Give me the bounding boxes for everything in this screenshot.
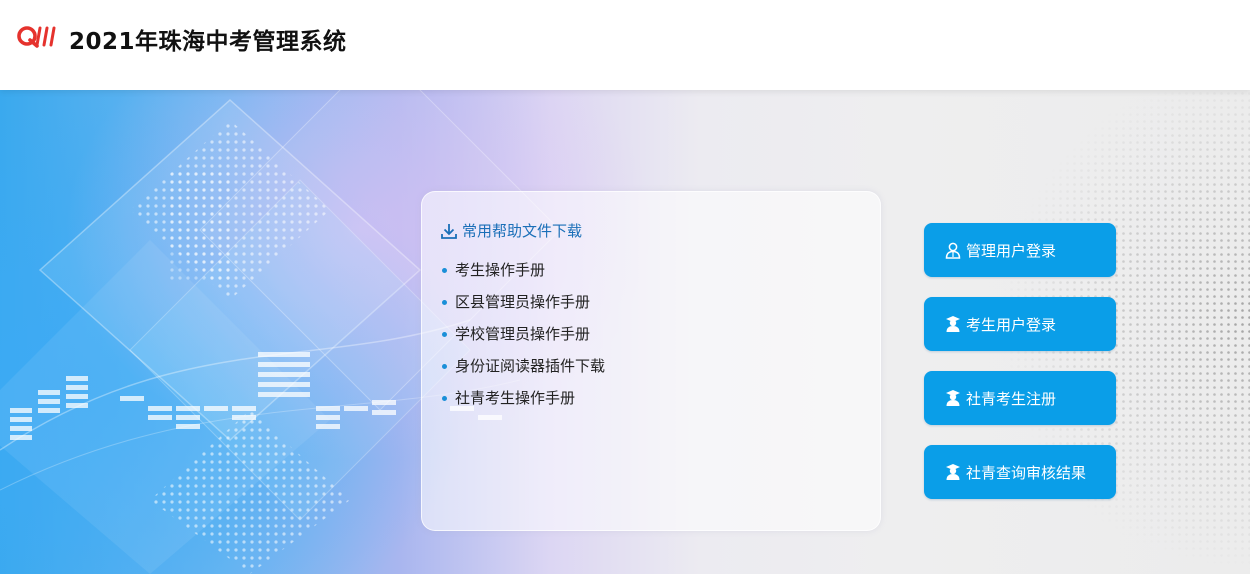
document-label[interactable]: 身份证阅读器插件下载 <box>455 354 605 378</box>
admin-user-icon <box>945 242 961 259</box>
button-label: 社青查询审核结果 <box>966 463 1087 482</box>
top-header: 2021年珠海中考管理系统 <box>0 0 1250 90</box>
student-user-icon <box>946 390 960 406</box>
document-link-district-admin-manual[interactable]: 区县管理员操作手册 <box>442 286 605 318</box>
bullet-dot <box>442 331 447 337</box>
document-label[interactable]: 社青考生操作手册 <box>455 386 575 410</box>
download-icon <box>441 223 457 239</box>
bullet-dot <box>442 395 447 401</box>
qw-logo-icon <box>17 26 56 48</box>
help-panel: 常用帮助文件下载 考生操作手册 区县管理员操作手册 学校管理员操作手册 身份证阅… <box>421 191 881 531</box>
help-files-title: 常用帮助文件下载 <box>462 222 583 240</box>
help-files-header[interactable]: 常用帮助文件下载 <box>440 220 582 241</box>
admin-login-button[interactable]: 管理用户登录 <box>924 223 1116 277</box>
document-label[interactable]: 学校管理员操作手册 <box>455 322 590 346</box>
document-label[interactable]: 考生操作手册 <box>455 258 545 282</box>
social-review-result-button[interactable]: 社青查询审核结果 <box>924 445 1116 499</box>
bullet-dot <box>442 299 447 305</box>
document-link-social-student-manual[interactable]: 社青考生操作手册 <box>442 382 605 414</box>
document-link-student-manual[interactable]: 考生操作手册 <box>442 254 605 286</box>
student-login-button[interactable]: 考生用户登录 <box>924 297 1116 351</box>
bullet-dot <box>442 363 447 369</box>
student-user-icon <box>946 464 960 480</box>
button-label: 管理用户登录 <box>966 241 1057 260</box>
bullet-dot <box>442 267 447 273</box>
social-student-register-button[interactable]: 社青考生注册 <box>924 371 1116 425</box>
help-document-list: 考生操作手册 区县管理员操作手册 学校管理员操作手册 身份证阅读器插件下载 社青… <box>442 254 605 414</box>
hero-banner: 常用帮助文件下载 考生操作手册 区县管理员操作手册 学校管理员操作手册 身份证阅… <box>0 90 1250 574</box>
app-title: 2021年珠海中考管理系统 <box>69 29 347 55</box>
button-label: 考生用户登录 <box>966 315 1057 334</box>
document-link-school-admin-manual[interactable]: 学校管理员操作手册 <box>442 318 605 350</box>
student-user-icon <box>946 316 960 332</box>
button-label: 社青考生注册 <box>966 389 1057 408</box>
document-link-id-reader-plugin[interactable]: 身份证阅读器插件下载 <box>442 350 605 382</box>
document-label[interactable]: 区县管理员操作手册 <box>455 290 590 314</box>
